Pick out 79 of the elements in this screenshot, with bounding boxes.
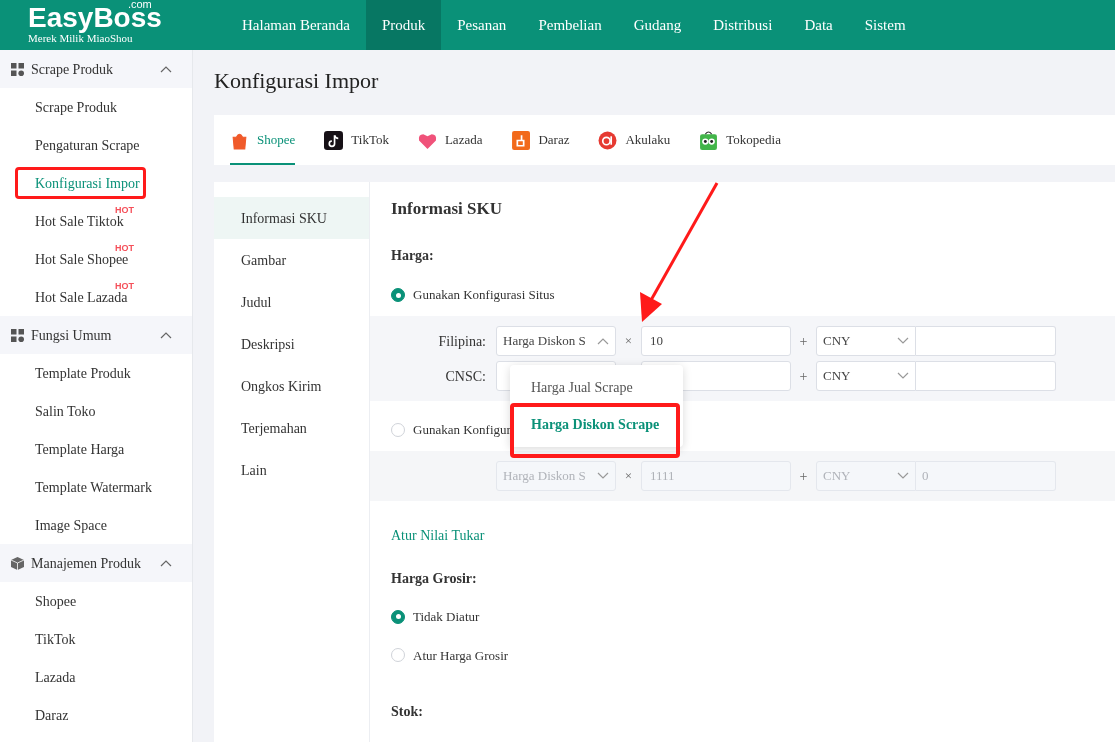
sidebar-group[interactable]: Fungsi Umum <box>0 316 192 354</box>
sidebar-item[interactable]: Template Harga <box>14 438 125 460</box>
nav-tab[interactable]: Produk <box>365 0 442 50</box>
sidebar-item[interactable]: Template Produk <box>14 362 131 384</box>
platform-tab[interactable]: TikTok <box>324 115 389 165</box>
chevron-up-icon <box>160 559 172 567</box>
plus-sign: + <box>799 467 808 486</box>
chevron-down-icon <box>897 337 909 345</box>
radio-label: Gunakan Konfigur <box>413 421 511 440</box>
nav-tab[interactable]: Distribusi <box>697 0 789 50</box>
field-label: Harga: <box>390 246 435 265</box>
nav-tab[interactable]: Gudang <box>617 0 698 50</box>
sidebar-group[interactable]: Manajemen Produk <box>0 544 192 582</box>
nav-tab[interactable]: Pesanan <box>441 0 523 50</box>
field-label: Stok: <box>390 703 424 721</box>
addend-input[interactable] <box>916 361 1056 391</box>
sidebar-item[interactable]: Template Watermark <box>14 476 152 498</box>
radio-label: Atur Harga Grosir <box>413 646 509 665</box>
addend-input[interactable] <box>916 326 1056 356</box>
sidebar-item[interactable]: Konfigurasi Impor <box>14 172 140 194</box>
chevron-down-icon <box>897 372 909 380</box>
radio-button[interactable] <box>391 288 405 302</box>
multiplier-input[interactable]: 10 <box>641 326 791 356</box>
platform-tab[interactable]: Akulaku <box>598 115 671 165</box>
nav-tab[interactable]: Sistem <box>848 0 922 50</box>
platform-tab[interactable]: Shopee <box>230 115 296 165</box>
section-menu-item[interactable]: Terjemahan <box>214 407 369 449</box>
grid-icon <box>11 328 24 342</box>
sidebar-group[interactable]: Scrape Produk <box>0 50 192 88</box>
sidebar-item[interactable]: Scrape Produk <box>14 96 118 118</box>
sidebar-item[interactable]: Lazada <box>14 666 76 688</box>
platform-tab[interactable]: Lazada <box>417 115 483 165</box>
hot-label: HOT <box>115 206 134 215</box>
sidebar-item[interactable]: Shopee <box>14 590 77 612</box>
platform-tab[interactable]: Tokopedia <box>699 115 781 165</box>
dropdown-option[interactable]: Harga Jual Scrape <box>510 369 683 406</box>
chevron-up-icon <box>597 337 609 345</box>
radio-label: Gunakan Konfigurasi Situs <box>413 286 555 305</box>
radio-label: Tidak Diatur <box>413 608 480 626</box>
section-menu-item[interactable]: Ongkos Kirim <box>214 365 369 407</box>
field-label: Harga Grosir: <box>390 570 478 588</box>
nav-tab[interactable]: Data <box>788 0 849 50</box>
logo-suffix: .com <box>127 0 152 10</box>
chevron-up-icon <box>160 65 172 73</box>
section-menu-item[interactable]: Informasi SKU <box>214 197 369 239</box>
hot-label: HOT <box>115 282 134 291</box>
source-select[interactable]: Harga Diskon S <box>496 326 616 356</box>
hot-label: HOT <box>115 244 134 253</box>
chevron-down-icon <box>597 472 609 480</box>
row-label: Filipina: <box>438 334 486 349</box>
row-label: CNSC: <box>445 369 486 384</box>
page-title: Konfigurasi Impor <box>214 66 380 95</box>
sidebar-item[interactable]: Salin Toko <box>14 400 96 422</box>
cube-icon <box>11 556 24 570</box>
sidebar-item[interactable]: Image Space <box>14 514 107 536</box>
exchange-rate-link[interactable]: Atur Nilai Tukar <box>370 525 1115 546</box>
section-menu-item[interactable]: Judul <box>214 281 369 323</box>
plus-sign: + <box>799 332 808 351</box>
sidebar-item[interactable]: Pengaturan Scrape <box>14 134 140 156</box>
section-title: Informasi SKU <box>390 198 503 220</box>
tagline: Merek Milik MiaoShou <box>28 32 133 45</box>
nav-tab[interactable]: Pembelian <box>522 0 618 50</box>
chevron-up-icon <box>160 331 172 339</box>
sidebar-item[interactable]: TikTok <box>14 628 76 650</box>
chevron-down-icon <box>897 472 909 480</box>
plus-sign: + <box>799 367 808 386</box>
currency-select[interactable]: CNY <box>816 326 916 356</box>
nav-tab[interactable]: Halaman Beranda <box>226 0 366 50</box>
platform-tab[interactable]: Daraz <box>511 115 570 165</box>
radio-button[interactable] <box>391 609 405 624</box>
multiply-sign: × <box>624 332 633 351</box>
dropdown-option[interactable]: Harga Diskon Scrape <box>510 406 683 443</box>
section-menu-item[interactable]: Deskripsi <box>214 323 369 365</box>
multiply-sign: × <box>624 467 633 486</box>
section-menu-item[interactable]: Lain <box>214 449 369 491</box>
currency-select[interactable]: CNY <box>816 361 916 391</box>
section-menu-item[interactable]: Gambar <box>214 239 369 281</box>
grid-icon <box>11 62 24 76</box>
sidebar-item[interactable]: Daraz <box>14 704 69 726</box>
